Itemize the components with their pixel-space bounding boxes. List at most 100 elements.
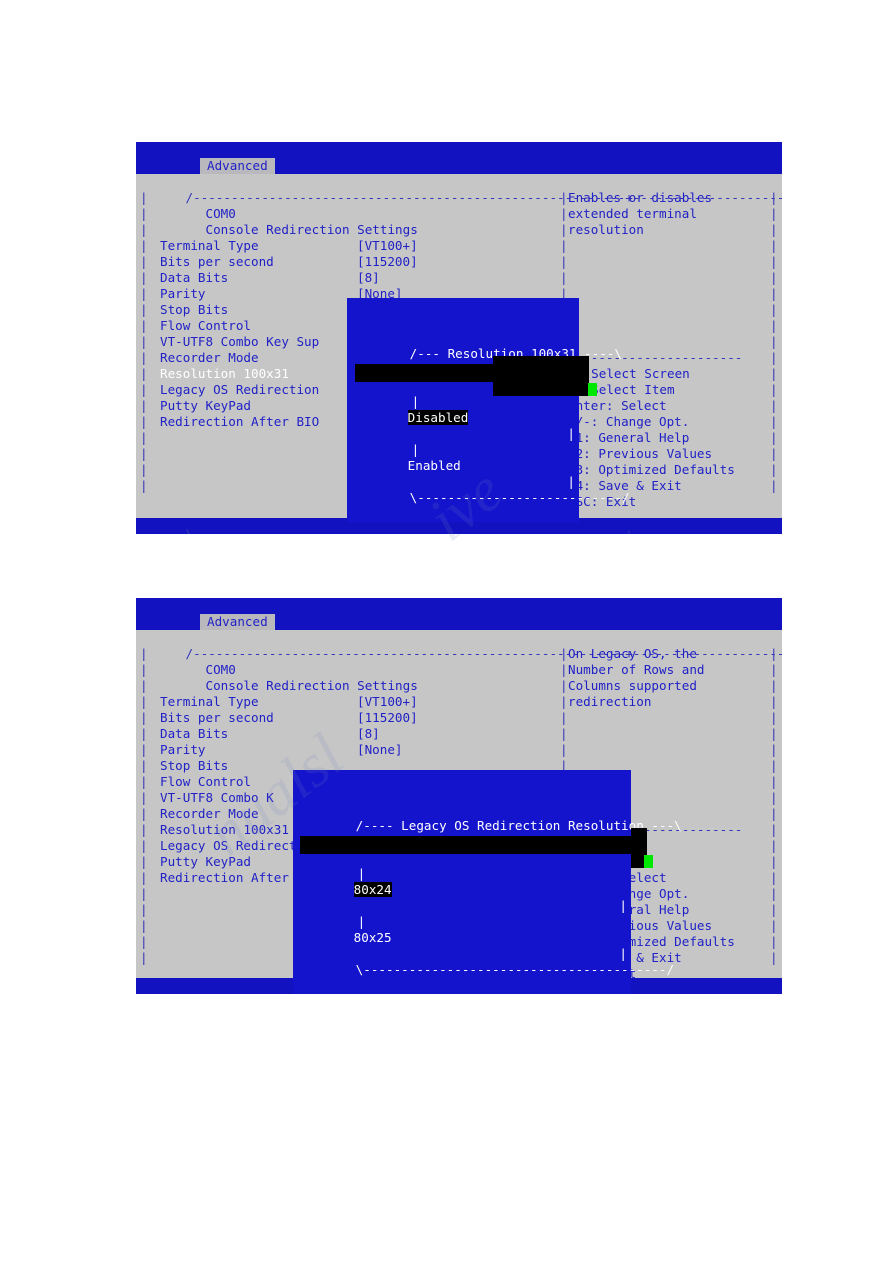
- popup-option-row[interactable]: | 80x25 |: [293, 898, 631, 961]
- body-area: /---------------------------------------…: [136, 630, 782, 994]
- help-text-line: extended terminal: [568, 206, 697, 221]
- help-key-previous-values: F2: Previous Values: [568, 446, 713, 461]
- redaction-bar: [355, 364, 589, 382]
- setting-label: Resolution 100x31: [160, 366, 289, 381]
- setting-label: Bits per second: [160, 710, 274, 725]
- com-port-label: COM0: [205, 662, 236, 677]
- legacy-resolution-popup-dialog[interactable]: /---- Legacy OS Redirection Resolution -…: [293, 770, 682, 994]
- resolution-popup-dialog[interactable]: /--- Resolution 100x31 ----\ | Disabled …: [347, 298, 630, 522]
- help-key-select-screen: : Select Screen: [576, 366, 690, 381]
- setting-label: Stop Bits: [160, 758, 229, 773]
- setting-row[interactable]: Putty KeyPad: [160, 398, 251, 414]
- setting-row-selected[interactable]: Resolution 100x31: [160, 366, 289, 382]
- help-text-line: Columns supported: [568, 678, 697, 693]
- frame-right-border: | | | | | | | | | | | | | | | | | | |: [770, 190, 778, 493]
- setting-row[interactable]: Terminal Type: [160, 238, 259, 254]
- console-redirection-settings-label: Console Redirection Settings: [205, 222, 418, 237]
- setting-row[interactable]: Flow Control: [160, 318, 251, 334]
- popup-option-80x24[interactable]: 80x24: [353, 882, 392, 897]
- tab-advanced[interactable]: Advanced: [200, 614, 275, 630]
- tab-advanced[interactable]: Advanced: [200, 158, 275, 174]
- menu-tab-bar: Advanced: [136, 614, 782, 630]
- popup-right-border: |: [567, 474, 575, 489]
- setting-label: Flow Control: [160, 318, 251, 333]
- help-key-change-opt: +/-: Change Opt.: [568, 414, 690, 429]
- setting-value[interactable]: [None]: [357, 742, 403, 758]
- setting-row[interactable]: Data Bits: [160, 726, 228, 742]
- setting-value[interactable]: [115200]: [357, 254, 418, 270]
- setting-value[interactable]: [115200]: [357, 710, 418, 726]
- popup-left-border: |: [357, 914, 366, 929]
- frame-top: /---------------------------------------…: [185, 190, 783, 205]
- setting-label: Putty KeyPad: [160, 854, 251, 869]
- setting-row[interactable]: VT-UTF8 Combo Key Sup: [160, 334, 319, 350]
- setting-label: Parity: [160, 286, 206, 301]
- com-port-label: COM0: [205, 206, 236, 221]
- popup-option-80x25[interactable]: 80x25: [354, 930, 392, 945]
- setting-value[interactable]: [VT100+]: [357, 238, 418, 254]
- frame-right-border: | | | | | | | | | | | | | | | | | | | |: [770, 646, 778, 965]
- help-key-enter-select: Enter: Select: [568, 398, 667, 413]
- setting-row[interactable]: Bits per second: [160, 254, 274, 270]
- console-redirection-settings-label: Console Redirection Settings: [205, 678, 418, 693]
- setting-row[interactable]: Legacy OS Redirection: [160, 382, 319, 398]
- setting-label: VT-UTF8 Combo K: [160, 790, 274, 805]
- setting-label: Recorder Mode: [160, 806, 259, 821]
- bios-screen-resolution: Aptio Setup Utility – Copyright (C) 2016…: [136, 142, 782, 534]
- setting-label: Redirection After BIO: [160, 414, 320, 429]
- popup-option-row[interactable]: | Enabled |: [347, 426, 579, 489]
- setting-row[interactable]: Parity: [160, 742, 206, 758]
- popup-right-border: |: [619, 946, 627, 961]
- setting-row[interactable]: Terminal Type: [160, 694, 259, 710]
- help-text-line: resolution: [568, 222, 644, 237]
- setting-row[interactable]: Redirection After BIO: [160, 414, 319, 430]
- popup-option-enabled[interactable]: Enabled: [408, 458, 461, 473]
- setting-label: Putty KeyPad: [160, 398, 251, 413]
- setting-value[interactable]: [8]: [357, 270, 380, 286]
- setting-label: Resolution 100x31: [160, 822, 289, 837]
- setting-label: Flow Control: [160, 774, 251, 789]
- setting-row[interactable]: Flow Control: [160, 774, 251, 790]
- redaction-bar: [300, 836, 647, 854]
- setting-value[interactable]: [VT100+]: [357, 694, 418, 710]
- help-text-line: redirection: [568, 694, 652, 709]
- setting-label: Recorder Mode: [160, 350, 259, 365]
- frame-left-border: | | | | | | | | | | | | | | | | | | |: [140, 190, 148, 493]
- popup-left-border: |: [357, 866, 366, 881]
- setting-label: Legacy OS Redirection: [160, 382, 320, 397]
- setting-row[interactable]: Parity: [160, 286, 206, 302]
- help-text-line: Enables or disables: [568, 190, 713, 205]
- setting-row[interactable]: Bits per second: [160, 710, 274, 726]
- setting-row[interactable]: Recorder Mode: [160, 806, 259, 822]
- help-key-optimized-defaults: F3: Optimized Defaults: [568, 462, 735, 477]
- title-bar: Aptio Setup Utility – Copyright (C) 2016…: [136, 142, 782, 173]
- setting-label: Stop Bits: [160, 302, 229, 317]
- title-bar: Aptio Setup Utility – Copyright (C) 2016…: [136, 598, 782, 629]
- setting-label: Terminal Type: [160, 238, 259, 253]
- popup-title: /--- Resolution 100x31 ----\: [409, 346, 622, 361]
- setting-label: Terminal Type: [160, 694, 259, 709]
- setting-row[interactable]: Stop Bits: [160, 302, 228, 318]
- help-text-line: Number of Rows and: [568, 662, 705, 677]
- menu-tab-bar: Advanced: [136, 158, 782, 174]
- setting-row[interactable]: Recorder Mode: [160, 350, 259, 366]
- setting-label: VT-UTF8 Combo Key Sup: [160, 334, 320, 349]
- setting-row[interactable]: Data Bits: [160, 270, 228, 286]
- setting-label: Data Bits: [160, 726, 229, 741]
- setting-row[interactable]: VT-UTF8 Combo K: [160, 790, 274, 806]
- setting-label: Data Bits: [160, 270, 229, 285]
- popup-option-disabled[interactable]: Disabled: [407, 410, 469, 425]
- setting-row[interactable]: Putty KeyPad: [160, 854, 251, 870]
- setting-label: Bits per second: [160, 254, 274, 269]
- select-item-arrow-icon: [644, 855, 653, 868]
- help-text-line: On Legacy OS, the: [568, 646, 697, 661]
- frame-left-border: | | | | | | | | | | | | | | | | | | | |: [140, 646, 148, 965]
- select-item-arrow-icon: [588, 383, 597, 396]
- setting-value[interactable]: [8]: [357, 726, 380, 742]
- setting-label: Parity: [160, 742, 206, 757]
- popup-left-border: |: [411, 394, 420, 409]
- body-area: /---------------------------------------…: [136, 174, 783, 534]
- help-key-general-help: F1: General Help: [568, 430, 690, 445]
- setting-row[interactable]: Resolution 100x31: [160, 822, 289, 838]
- setting-row[interactable]: Stop Bits: [160, 758, 228, 774]
